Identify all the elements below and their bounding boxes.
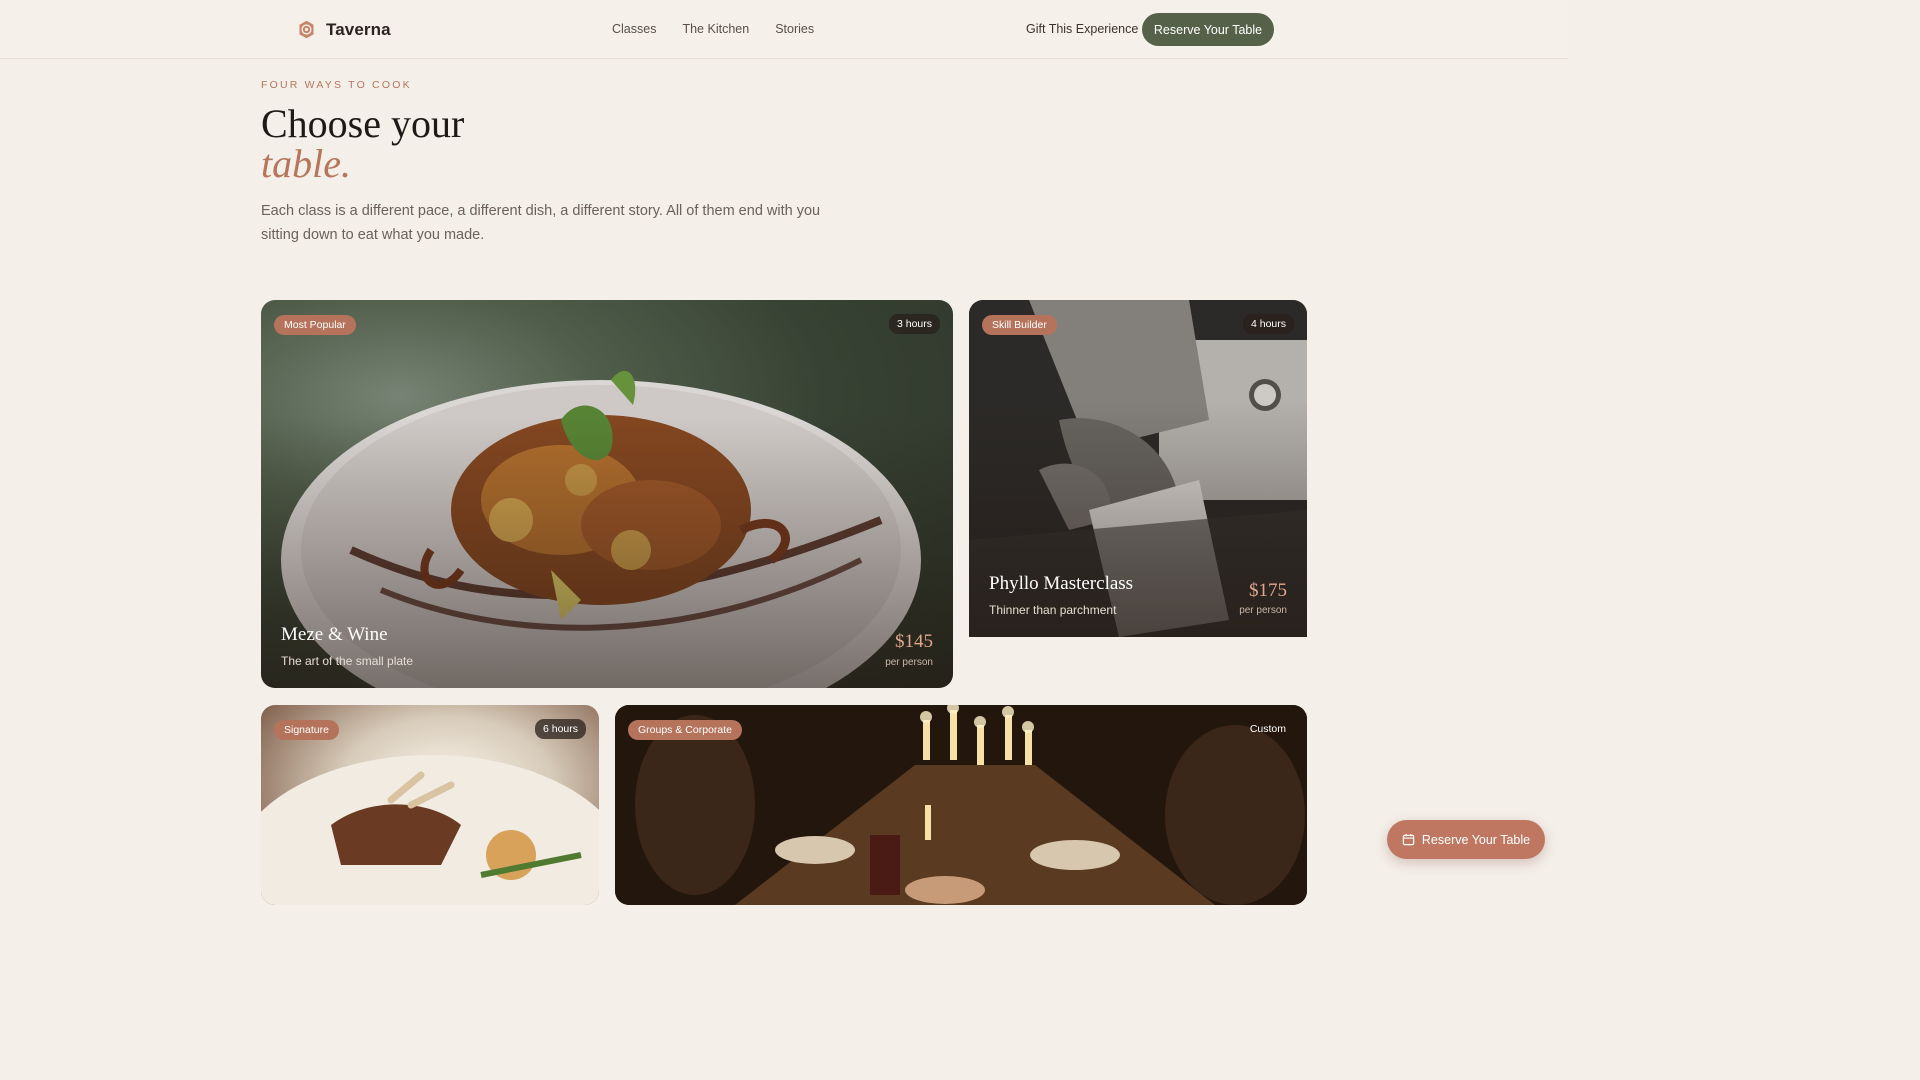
badge-signature: Signature xyxy=(274,720,339,740)
class-card-groups[interactable]: Groups & Corporate Custom xyxy=(615,705,1307,905)
class-card-signature[interactable]: Signature 6 hours xyxy=(261,705,599,905)
calendar-icon xyxy=(1402,833,1415,846)
nav-link-classes[interactable]: Classes xyxy=(612,22,656,36)
intro-paragraph: Each class is a different pace, a differ… xyxy=(261,203,821,243)
nav-link-stories[interactable]: Stories xyxy=(775,22,814,36)
card-price: $175 xyxy=(1249,580,1287,601)
badge-most-popular: Most Popular xyxy=(274,315,356,335)
brand[interactable]: Taverna xyxy=(296,19,391,40)
duration-badge: 4 hours xyxy=(1242,314,1294,334)
nav-link-kitchen[interactable]: The Kitchen xyxy=(682,22,749,36)
badge-skill-builder: Skill Builder xyxy=(982,315,1057,335)
card-subtitle: The art of the small plate xyxy=(281,654,414,668)
nav-links: Classes The Kitchen Stories xyxy=(612,22,814,36)
card-title: Phyllo Masterclass xyxy=(989,573,1134,594)
gift-experience-link[interactable]: Gift This Experience xyxy=(1026,22,1138,36)
floating-reserve-label: Reserve Your Table xyxy=(1421,832,1531,847)
section-eyebrow: FOUR WAYS TO COOK xyxy=(261,79,412,91)
price-unit: per person xyxy=(885,657,933,668)
reserve-table-button[interactable]: Reserve Your Table xyxy=(1142,13,1274,46)
card-subtitle: Thinner than parchment xyxy=(989,603,1117,617)
taverna-logo-icon xyxy=(299,20,314,39)
duration-badge: 3 hours xyxy=(888,314,940,334)
class-card-phyllo[interactable]: Skill Builder 4 hours Phyllo Masterclass… xyxy=(969,300,1307,637)
price-unit: per person xyxy=(1239,605,1287,616)
floating-reserve-button[interactable]: Reserve Your Table xyxy=(1387,820,1545,859)
duration-badge: 6 hours xyxy=(534,719,586,739)
title-line-1: Choose your xyxy=(261,101,465,146)
duration-badge: Custom xyxy=(1249,723,1286,735)
card-title: Meze & Wine xyxy=(281,624,388,645)
title-line-2: table. xyxy=(261,141,351,186)
page-title: Choose your table. xyxy=(261,104,464,184)
badge-groups-corporate: Groups & Corporate xyxy=(628,720,742,740)
top-nav: Taverna Classes The Kitchen Stories Gift… xyxy=(0,0,1568,59)
brand-name: Taverna xyxy=(326,19,391,39)
card-price: $145 xyxy=(895,631,933,652)
class-card-meze[interactable]: Most Popular 3 hours Meze & Wine The art… xyxy=(261,300,953,688)
